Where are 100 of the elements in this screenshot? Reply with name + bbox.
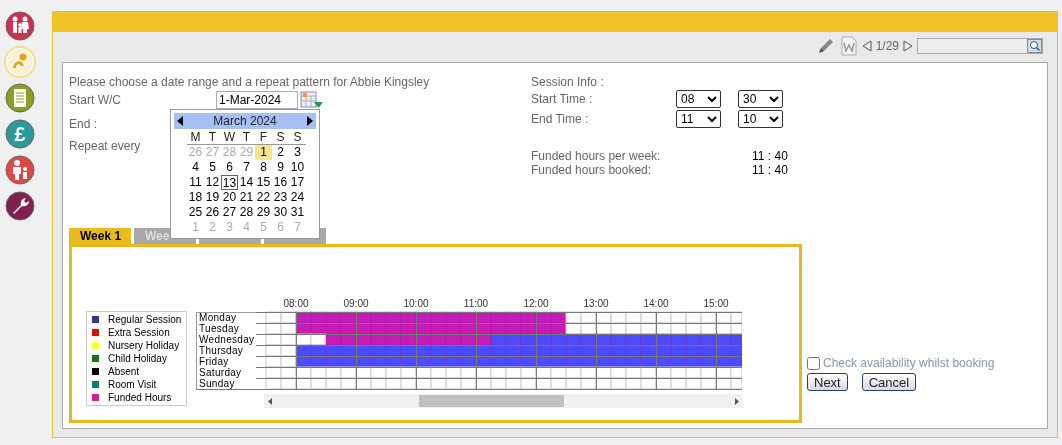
calendar-day[interactable]: 2	[272, 145, 289, 160]
time-label: 13:00	[583, 298, 609, 309]
instructions-text: Please choose a date range and a repeat pattern for Abbie Kingsley	[69, 75, 431, 89]
week-tab[interactable]: Week 1	[69, 228, 131, 244]
weekday-label: S	[272, 130, 289, 145]
calendar-day[interactable]: 6	[221, 160, 238, 175]
next-month-icon[interactable]	[307, 116, 313, 126]
calendar-day[interactable]: 22	[255, 190, 272, 205]
scroll-thumb[interactable]	[419, 395, 564, 407]
day-label: Monday	[199, 312, 237, 323]
calendar-day[interactable]: 13	[221, 175, 238, 190]
time-slot[interactable]	[730, 366, 742, 379]
calendar-day[interactable]: 16	[272, 175, 289, 190]
time-slot[interactable]	[730, 311, 742, 324]
calendar-day[interactable]: 18	[187, 190, 204, 205]
day-label: Thursday	[199, 345, 244, 356]
scrollbar[interactable]	[264, 394, 743, 408]
section-title: Session Info :	[531, 75, 605, 89]
calendar-day[interactable]: 26	[204, 205, 221, 220]
time-slot[interactable]	[640, 377, 657, 390]
calendar-day[interactable]: 31	[289, 205, 306, 220]
calendar-day[interactable]: 5	[204, 160, 221, 175]
field-label: Funded hours per week:	[531, 149, 662, 163]
legend-label: Child Holiday	[108, 353, 167, 364]
checkbox-label: Check availability whilst booking	[823, 356, 995, 370]
calendar-day[interactable]: 29	[255, 205, 272, 220]
legend-label: Funded Hours	[108, 392, 172, 403]
field-label: Repeat every	[69, 139, 141, 153]
family-icon[interactable]	[4, 10, 36, 42]
field-label: Start W/C	[69, 93, 122, 107]
time-label: 14:00	[643, 298, 669, 309]
calendar-day[interactable]: 9	[272, 160, 289, 175]
calendar-day[interactable]: 1	[255, 145, 272, 160]
time-slot[interactable]	[580, 377, 597, 390]
time-slot[interactable]	[730, 322, 742, 335]
document-icon[interactable]	[839, 36, 858, 56]
calendar-day[interactable]: 11	[187, 175, 204, 190]
calendar-day[interactable]: 24	[289, 190, 306, 205]
hour-select[interactable]: 11	[676, 110, 721, 128]
calendar-day[interactable]: 15	[255, 175, 272, 190]
time-slot[interactable]	[730, 333, 742, 346]
checkbox[interactable]	[807, 356, 820, 370]
month-title: March 2024	[213, 114, 277, 128]
calendar-day[interactable]: 28	[238, 205, 255, 220]
scroll-left-icon[interactable]	[268, 397, 272, 405]
previous-icon[interactable]	[861, 40, 872, 52]
calendar-day[interactable]: 19	[204, 190, 221, 205]
calendar-day[interactable]: 17	[289, 175, 306, 190]
time-slot[interactable]	[340, 377, 357, 390]
minute-select[interactable]: 10	[738, 110, 783, 128]
parent-child-icon[interactable]	[4, 154, 36, 186]
action-button[interactable]: Cancel	[861, 373, 917, 391]
weekday-label: S	[289, 130, 306, 145]
calendar-day[interactable]: 21	[238, 190, 255, 205]
search-field[interactable]	[917, 38, 1043, 54]
calendar-day[interactable]: 3	[289, 145, 306, 160]
day-label: Friday	[199, 356, 229, 367]
search-icon[interactable]	[1027, 39, 1042, 53]
legend-label: Extra Session	[108, 327, 170, 338]
time-slot[interactable]	[400, 377, 417, 390]
document-icon[interactable]	[4, 82, 36, 114]
day-label: Sunday	[199, 378, 235, 389]
time-slot[interactable]	[730, 377, 742, 390]
weekday-label: T	[204, 130, 221, 145]
action-button[interactable]: Next	[807, 373, 848, 391]
next-icon[interactable]	[903, 40, 913, 52]
wrench-icon[interactable]	[4, 190, 36, 222]
weekday-label: W	[221, 130, 238, 145]
scroll-right-icon[interactable]	[735, 397, 739, 405]
time-slot[interactable]	[700, 377, 717, 390]
previous-month-icon[interactable]	[177, 116, 183, 126]
calendar-day[interactable]: 14	[238, 175, 255, 190]
minute-select[interactable]: 30	[738, 90, 783, 108]
calendar-day[interactable]: 25	[187, 205, 204, 220]
calendar-day[interactable]: 23	[272, 190, 289, 205]
date-field[interactable]: 1-Mar-2024	[216, 91, 298, 109]
field-label: Start Time :	[531, 92, 594, 106]
calendar-icon[interactable]	[300, 91, 324, 109]
day-label: Wednesday	[199, 334, 255, 345]
time-label: 11:00	[463, 298, 489, 309]
legend-label: Absent	[108, 366, 140, 377]
calendar-day[interactable]: 27	[221, 205, 238, 220]
calendar-day[interactable]: 8	[255, 160, 272, 175]
hour-select[interactable]: 08	[676, 90, 721, 108]
calendar-day[interactable]: 4	[187, 160, 204, 175]
calendar-day[interactable]: 7	[238, 160, 255, 175]
page-counter: 1/29	[875, 39, 899, 53]
time-label: 15:00	[703, 298, 729, 309]
field-label: End Time :	[531, 112, 590, 126]
time-slot[interactable]	[460, 377, 477, 390]
legend-label: Regular Session	[108, 314, 182, 325]
time-label: 10:00	[403, 298, 429, 309]
calendar-day[interactable]: 20	[221, 190, 238, 205]
calendar-day[interactable]: 10	[289, 160, 306, 175]
calendar-day[interactable]: 12	[204, 175, 221, 190]
calendar-day[interactable]: 30	[272, 205, 289, 220]
time-label: 09:00	[343, 298, 369, 309]
field-label: Funded hours booked:	[531, 163, 653, 177]
time-slot[interactable]	[280, 377, 297, 390]
time-slot[interactable]	[520, 377, 537, 390]
